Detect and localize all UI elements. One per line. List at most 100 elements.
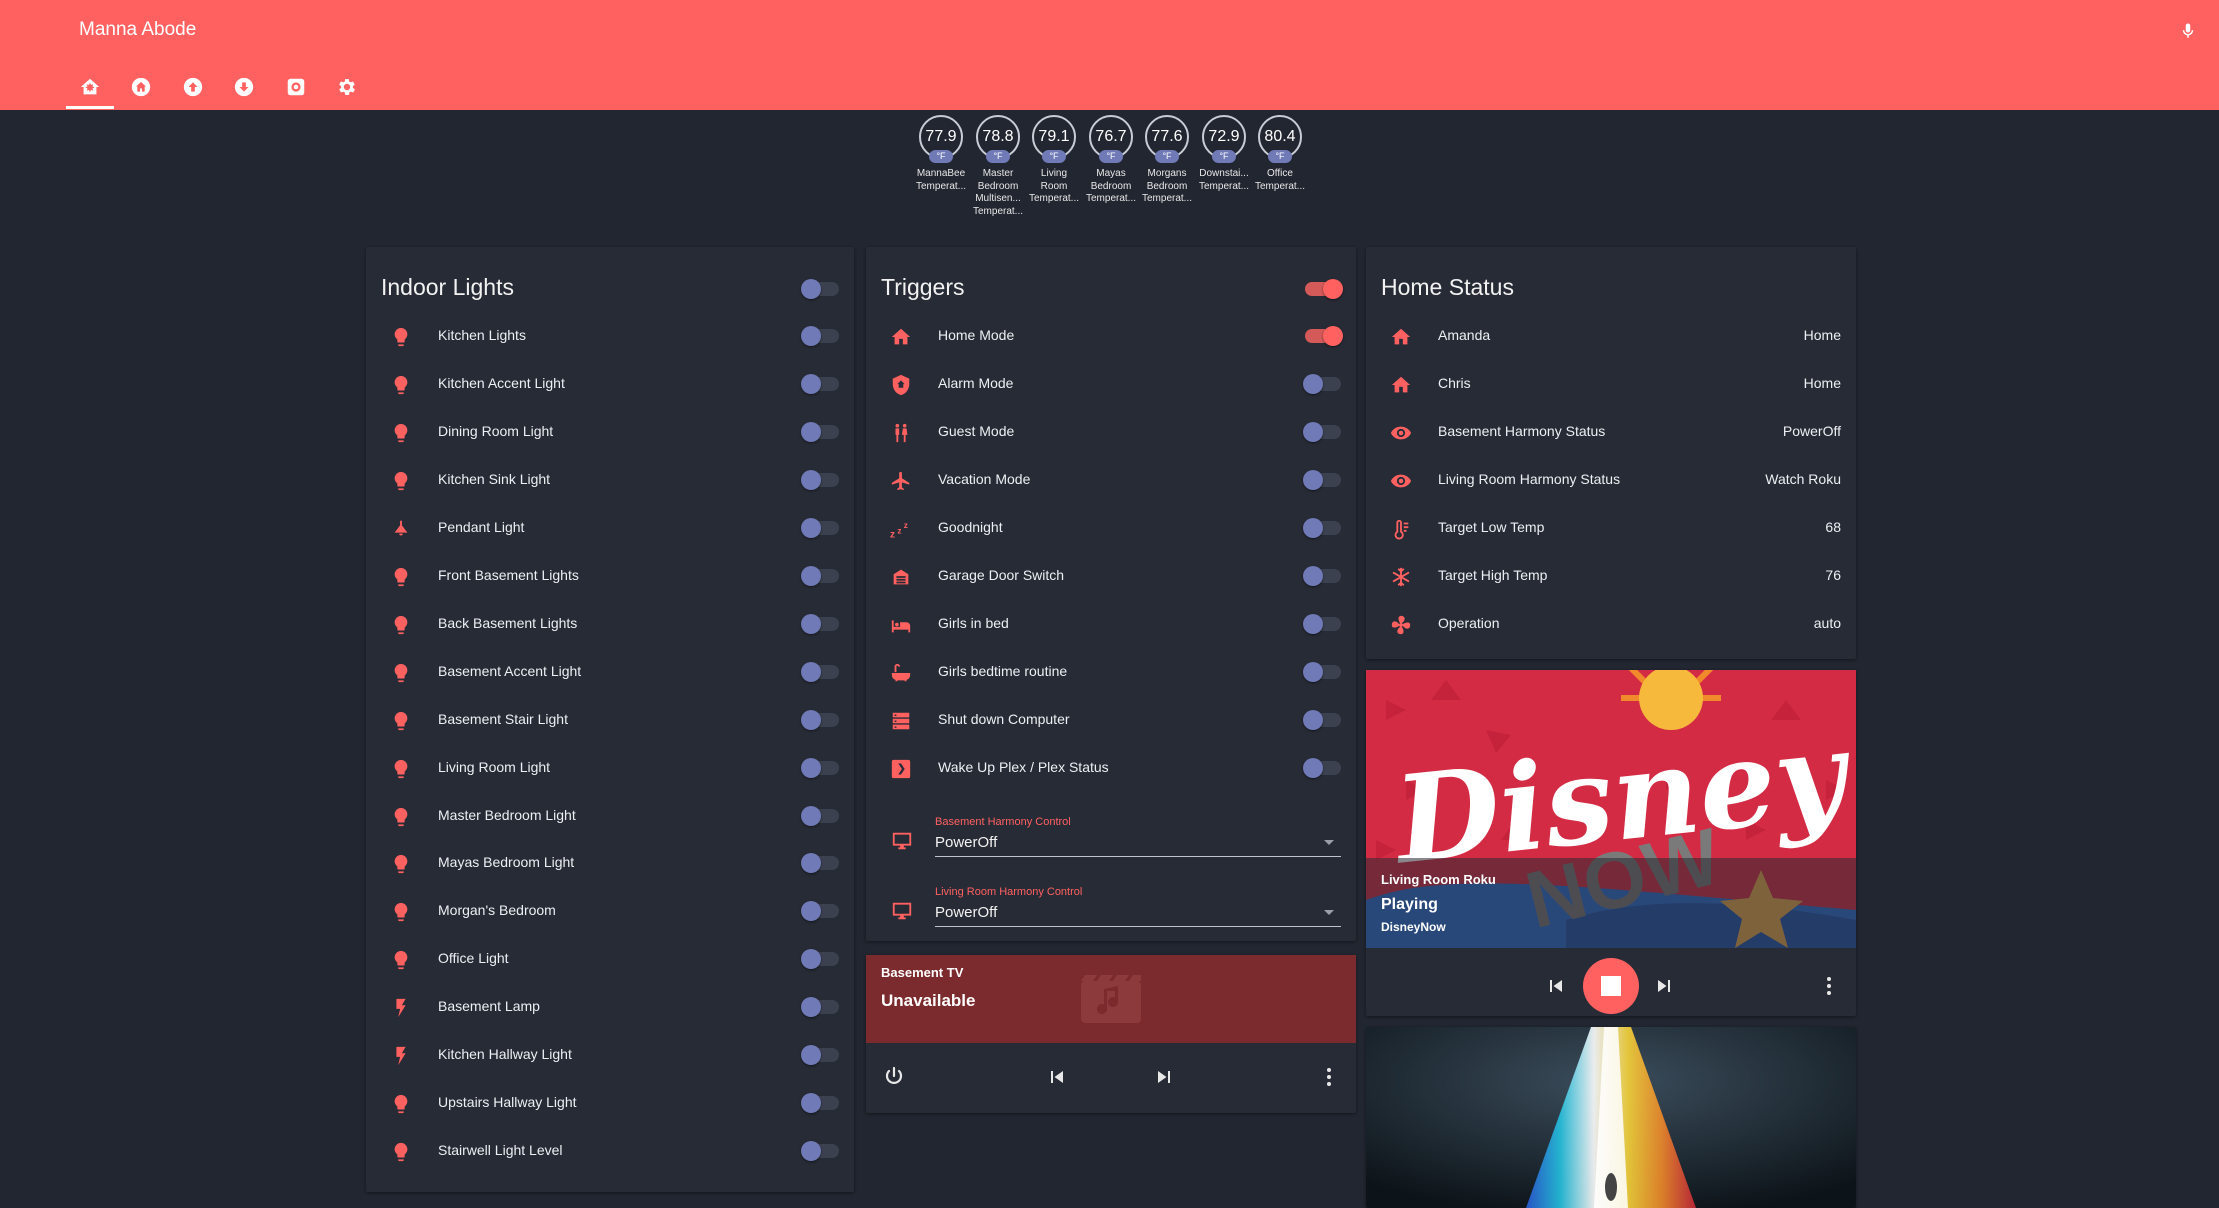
entity-toggle[interactable] (1303, 709, 1341, 730)
entity-toggle[interactable] (801, 613, 839, 634)
entity-row-basement-stair-light[interactable]: Basement Stair Light (366, 696, 854, 744)
bulb-icon (390, 949, 412, 971)
entity-toggle[interactable] (1303, 757, 1341, 778)
entity-row-alarm-mode[interactable]: Alarm Mode (866, 360, 1356, 408)
skip-next-icon[interactable] (1652, 974, 1676, 998)
more-vertical-icon[interactable] (1317, 1065, 1341, 1089)
entity-row-operation[interactable]: Operation auto (1366, 600, 1856, 648)
entity-toggle[interactable] (801, 517, 839, 538)
badge-unit: °F (1099, 150, 1123, 163)
living-room-harmony-select[interactable]: Living Room Harmony Control PowerOff (866, 878, 1356, 948)
entity-toggle[interactable] (1303, 373, 1341, 394)
entity-row-vacation-mode[interactable]: Vacation Mode (866, 456, 1356, 504)
entity-row-stairwell-light-level[interactable]: Stairwell Light Level (366, 1127, 854, 1175)
skip-next-icon[interactable] (1152, 1065, 1176, 1089)
entity-toggle[interactable] (801, 565, 839, 586)
basement-harmony-select[interactable]: Basement Harmony Control PowerOff (866, 808, 1356, 878)
entity-name: Operation (1438, 614, 1500, 631)
entity-toggle[interactable] (801, 757, 839, 778)
bulb-icon (390, 710, 412, 732)
entity-toggle[interactable] (1305, 326, 1343, 346)
entity-toggle[interactable] (801, 469, 839, 490)
entity-toggle[interactable] (1303, 421, 1341, 442)
home-icon (890, 326, 912, 348)
sensor-badge[interactable]: 72.9 °F Downstai... Temperat... (1196, 115, 1252, 193)
entity-name: Back Basement Lights (438, 614, 578, 631)
sensor-badge[interactable]: 79.1 °F Living Room Temperat... (1026, 115, 1082, 206)
entity-row-basement-harmony-status[interactable]: Basement Harmony Status PowerOff (1366, 408, 1856, 456)
entity-row-back-basement-lights[interactable]: Back Basement Lights (366, 600, 854, 648)
entity-row-garage-door-switch[interactable]: Garage Door Switch (866, 552, 1356, 600)
entity-row-front-basement-lights[interactable]: Front Basement Lights (366, 552, 854, 600)
entity-state: Home (1803, 327, 1841, 343)
sensor-badge[interactable]: 76.7 °F Mayas Bedroom Temperat... (1083, 115, 1139, 206)
entity-toggle[interactable] (801, 901, 839, 922)
skip-previous-icon[interactable] (1544, 974, 1568, 998)
entity-toggle[interactable] (801, 1045, 839, 1066)
entity-toggle[interactable] (801, 949, 839, 970)
indoor-lights-master-toggle[interactable] (801, 279, 839, 299)
entity-row-goodnight[interactable]: Goodnight (866, 504, 1356, 552)
tab-cameras[interactable] (281, 74, 311, 104)
entity-row-target-low-temp[interactable]: Target Low Temp 68 (1366, 504, 1856, 552)
entity-toggle[interactable] (801, 373, 839, 394)
entity-toggle[interactable] (801, 661, 839, 682)
entity-toggle[interactable] (1303, 517, 1341, 538)
entity-row-girls-in-bed[interactable]: Girls in bed (866, 600, 1356, 648)
sensor-badge[interactable]: 80.4 °F Office Temperat... (1252, 115, 1308, 193)
entity-row-mayas-bedroom-light[interactable]: Mayas Bedroom Light (366, 839, 854, 887)
entity-row-morgan-s-bedroom[interactable]: Morgan's Bedroom (366, 887, 854, 935)
entity-toggle[interactable] (801, 805, 839, 826)
entity-toggle[interactable] (801, 421, 839, 442)
tab-downstairs[interactable] (229, 74, 259, 104)
entity-toggle[interactable] (801, 1093, 839, 1114)
sensor-badge[interactable]: 77.6 °F Morgans Bedroom Temperat... (1139, 115, 1195, 206)
entity-toggle[interactable] (801, 709, 839, 730)
entity-row-guest-mode[interactable]: Guest Mode (866, 408, 1356, 456)
entity-row-dining-room-light[interactable]: Dining Room Light (366, 408, 854, 456)
entity-row-home-mode[interactable]: Home Mode (866, 312, 1356, 360)
entity-row-kitchen-sink-light[interactable]: Kitchen Sink Light (366, 456, 854, 504)
entity-row-basement-accent-light[interactable]: Basement Accent Light (366, 648, 854, 696)
entity-row-girls-bedtime-routine[interactable]: Girls bedtime routine (866, 648, 1356, 696)
entity-toggle[interactable] (801, 1141, 839, 1162)
tab-upstairs[interactable] (178, 74, 208, 104)
entity-row-target-high-temp[interactable]: Target High Temp 76 (1366, 552, 1856, 600)
entity-row-basement-lamp[interactable]: Basement Lamp (366, 983, 854, 1031)
sensor-badge[interactable]: 77.9 °F MannaBee Temperat... (913, 115, 969, 193)
entity-row-master-bedroom-light[interactable]: Master Bedroom Light (366, 792, 854, 840)
entity-row-office-light[interactable]: Office Light (366, 935, 854, 983)
skip-previous-icon[interactable] (1045, 1065, 1069, 1089)
stop-button[interactable] (1583, 958, 1639, 1014)
entity-name: Morgan's Bedroom (438, 902, 556, 919)
media-card (1366, 1027, 1856, 1208)
entity-row-kitchen-accent-light[interactable]: Kitchen Accent Light (366, 360, 854, 408)
triggers-master-toggle[interactable] (1305, 279, 1343, 299)
entity-toggle[interactable] (1303, 661, 1341, 682)
tab-settings[interactable] (332, 74, 362, 104)
entity-row-pendant-light[interactable]: Pendant Light (366, 504, 854, 552)
entity-row-chris[interactable]: Chris Home (1366, 360, 1856, 408)
entity-row-living-room-light[interactable]: Living Room Light (366, 744, 854, 792)
entity-row-upstairs-hallway-light[interactable]: Upstairs Hallway Light (366, 1079, 854, 1127)
entity-toggle[interactable] (801, 853, 839, 874)
entity-toggle[interactable] (1303, 565, 1341, 586)
tab-home-assistant[interactable] (75, 74, 105, 104)
entity-row-shut-down-computer[interactable]: Shut down Computer (866, 696, 1356, 744)
power-icon[interactable] (882, 1065, 906, 1089)
more-vertical-icon[interactable] (1817, 974, 1841, 998)
entity-toggle[interactable] (1303, 469, 1341, 490)
microphone-icon[interactable] (2179, 19, 2197, 43)
entity-row-kitchen-hallway-light[interactable]: Kitchen Hallway Light (366, 1031, 854, 1079)
entity-toggle[interactable] (801, 326, 839, 346)
sensor-badge[interactable]: 78.8 °F Master Bedroom Multisen... Temperat… (970, 115, 1026, 218)
tab-home[interactable] (126, 74, 156, 104)
entity-toggle[interactable] (1303, 613, 1341, 634)
entity-name: Goodnight (938, 518, 1003, 535)
entity-row-living-room-harmony-status[interactable]: Living Room Harmony Status Watch Roku (1366, 456, 1856, 504)
entity-name: Chris (1438, 374, 1471, 391)
entity-row-kitchen-lights[interactable]: Kitchen Lights (366, 312, 854, 360)
entity-row-wake-up-plex-plex-status[interactable]: Wake Up Plex / Plex Status (866, 744, 1356, 792)
entity-row-amanda[interactable]: Amanda Home (1366, 312, 1856, 360)
entity-toggle[interactable] (801, 997, 839, 1018)
